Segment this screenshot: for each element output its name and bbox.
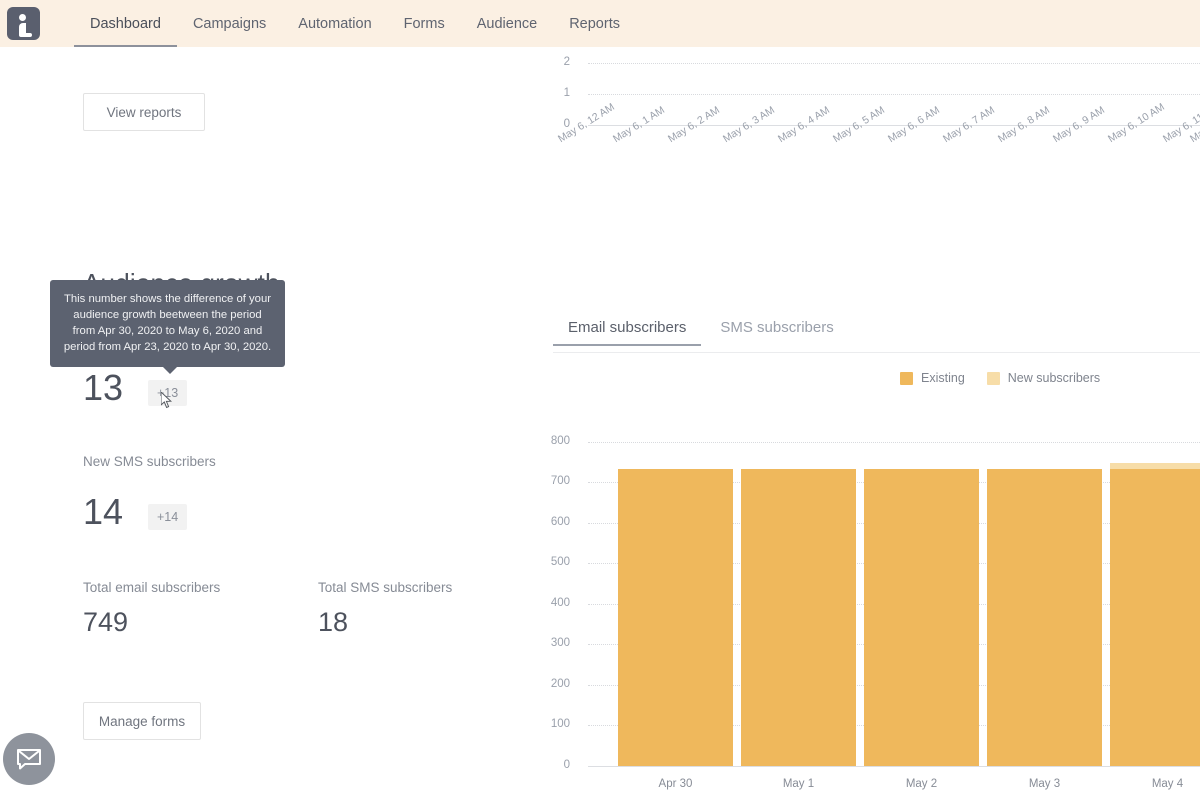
bchart-xlabel-apr-30: Apr 30 <box>658 778 693 790</box>
nav-tab-forms[interactable]: Forms <box>388 0 461 47</box>
bar-may-1[interactable] <box>741 469 856 766</box>
hourly-activity-chart: 2 1 0 May 6, 12 AM May 6, 1 AM May 6, 2 … <box>540 47 1200 192</box>
bchart-xlabel-may-4: May 4 <box>1151 778 1184 790</box>
bchart-xlabel-may-3: May 3 <box>1028 778 1061 790</box>
audience-growth-value: 13 <box>83 367 124 408</box>
tab-email-subscribers[interactable]: Email subscribers <box>552 319 702 346</box>
email-subscribers-chart: 800 700 600 500 400 300 200 100 0 Apr 30… <box>540 382 1200 800</box>
right-panel: 2 1 0 May 6, 12 AM May 6, 1 AM May 6, 2 … <box>540 47 1200 800</box>
bchart-xlabel-may-1: May 1 <box>782 778 815 790</box>
hchart-xlabel: May 6, 10 AM <box>1106 100 1167 146</box>
hchart-gridline-2 <box>588 63 1200 64</box>
hchart-ytick-2: 2 <box>563 56 570 68</box>
total-sms-subscribers-label: Total SMS subscribers <box>318 580 453 595</box>
bar-may-4[interactable] <box>1110 463 1200 766</box>
bchart-axis-line <box>588 766 1200 767</box>
bchart-ytick-0: 0 <box>563 759 570 771</box>
new-sms-subscribers-value: 14 <box>83 491 124 532</box>
bar-apr-30[interactable] <box>618 469 733 766</box>
bchart-ytick-100: 100 <box>550 718 570 730</box>
nav-tab-campaigns[interactable]: Campaigns <box>177 0 282 47</box>
bchart-ytick-600: 600 <box>550 516 570 528</box>
nav-tab-reports[interactable]: Reports <box>553 0 636 47</box>
chat-widget-button[interactable] <box>3 733 55 785</box>
app-logo-icon[interactable] <box>7 7 40 40</box>
bchart-ytick-800: 800 <box>550 435 570 447</box>
manage-forms-button[interactable]: Manage forms <box>83 702 201 740</box>
nav-tab-dashboard[interactable]: Dashboard <box>74 0 177 47</box>
hchart-ytick-1: 1 <box>563 87 570 99</box>
bchart-ytick-500: 500 <box>550 556 570 568</box>
nav-tab-automation[interactable]: Automation <box>282 0 387 47</box>
total-email-subscribers-label: Total email subscribers <box>83 580 221 595</box>
bchart-ytick-700: 700 <box>550 475 570 487</box>
growth-tooltip: This number shows the difference of your… <box>50 280 285 374</box>
hchart-gridline-1 <box>588 94 1200 95</box>
bar-may-2[interactable] <box>864 469 979 766</box>
new-sms-delta-badge[interactable]: +14 <box>148 504 188 530</box>
envelope-icon <box>17 749 41 770</box>
subscriber-tab-list: Email subscribers SMS subscribers <box>552 319 865 346</box>
bchart-xlabel-may-2: May 2 <box>905 778 938 790</box>
nav-tab-list: Dashboard Campaigns Automation Forms Aud… <box>74 0 636 47</box>
total-email-subscribers-value: 749 <box>83 607 129 637</box>
bchart-ytick-200: 200 <box>550 678 570 690</box>
subscriber-tabs-divider <box>553 352 1200 353</box>
bar-may-4-new-segment <box>1110 463 1200 469</box>
tab-sms-subscribers[interactable]: SMS subscribers <box>717 319 836 346</box>
logo-head-shape <box>19 14 26 21</box>
bchart-gridline-800 <box>588 442 1200 443</box>
view-reports-button[interactable]: View reports <box>83 93 205 131</box>
bar-may-3[interactable] <box>987 469 1102 766</box>
logo-foot-shape <box>19 33 32 37</box>
bchart-ytick-400: 400 <box>550 597 570 609</box>
left-panel: View reports Audience growth 13 +13 New … <box>0 47 540 800</box>
bchart-ytick-300: 300 <box>550 637 570 649</box>
nav-tab-audience[interactable]: Audience <box>461 0 553 47</box>
total-sms-subscribers-value: 18 <box>318 607 349 637</box>
new-sms-subscribers-label: New SMS subscribers <box>83 454 216 469</box>
top-navbar: Dashboard Campaigns Automation Forms Aud… <box>0 0 1200 47</box>
audience-growth-delta-badge[interactable]: +13 <box>148 380 188 406</box>
